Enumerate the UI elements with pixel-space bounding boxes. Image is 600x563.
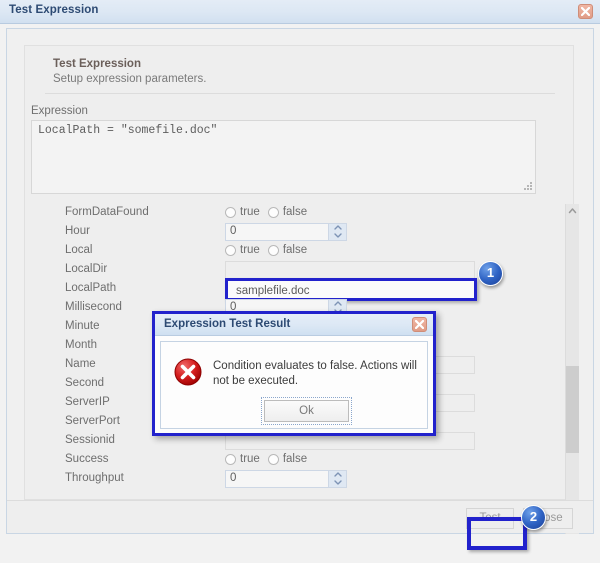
resize-grip-icon[interactable] — [524, 182, 533, 191]
parameter-row: Throughput 0 — [31, 470, 562, 489]
modal-message: Condition evaluates to false. Actions wi… — [213, 360, 417, 387]
radio-label-true: true — [240, 244, 260, 256]
radio-true[interactable] — [225, 206, 236, 218]
chevron-up-icon[interactable] — [566, 204, 579, 218]
parameter-scrollbar[interactable] — [565, 204, 579, 534]
spinner-up-icon[interactable] — [333, 224, 343, 231]
test-button[interactable]: Test — [466, 508, 514, 529]
parameter-label: Success — [65, 453, 109, 465]
modal-titlebar: Expression Test Result — [155, 314, 433, 336]
window-titlebar: Test Expression — [0, 0, 600, 24]
test-expression-window: Test Expression Test Expression Setup ex… — [0, 0, 600, 563]
radio-label-false: false — [282, 244, 308, 256]
parameter-label: ServerIP — [65, 396, 110, 408]
parameter-spinner[interactable]: 0 — [225, 470, 347, 488]
radio-label-true: true — [240, 453, 260, 465]
spinner-buttons[interactable] — [328, 471, 346, 487]
parameter-label: Throughput — [65, 472, 124, 484]
radio-false[interactable] — [267, 206, 279, 218]
parameter-row: FormDataFound true false — [31, 204, 562, 223]
spinner-down-icon[interactable] — [333, 232, 343, 239]
parameter-label: LocalDir — [65, 263, 108, 275]
parameter-spinner[interactable]: 0 — [225, 223, 347, 241]
parameter-label: Sessionid — [65, 434, 115, 446]
spinner-down-icon[interactable] — [333, 479, 343, 486]
dialog-button-bar: Test Close — [7, 500, 593, 533]
expression-test-result-dialog: Expression Test Result Condition evaluat… — [152, 311, 436, 436]
ok-button[interactable]: Ok — [264, 400, 349, 422]
modal-body: Condition evaluates to false. Actions wi… — [160, 341, 428, 429]
radio-true[interactable] — [225, 453, 236, 465]
parameter-label: Name — [65, 358, 96, 370]
parameter-label: ServerPort — [65, 415, 120, 427]
parameter-row: Local true false — [31, 242, 562, 261]
radio-label-false: false — [282, 453, 308, 465]
parameter-text-input[interactable] — [225, 261, 475, 279]
close-icon[interactable] — [412, 317, 427, 332]
scrollbar-thumb[interactable] — [566, 366, 579, 453]
parameter-row: Hour 0 — [31, 223, 562, 242]
localpath-value: samplefile.doc — [236, 285, 310, 297]
spinner-value: 0 — [230, 472, 237, 484]
section-title: Test Expression — [53, 58, 141, 70]
expression-input[interactable]: LocalPath = "somefile.doc" — [31, 120, 536, 194]
close-glyph — [581, 7, 590, 16]
window-title: Test Expression — [9, 4, 99, 16]
radio-false[interactable] — [267, 453, 279, 465]
error-icon — [174, 358, 202, 386]
spinner-up-icon[interactable] — [333, 300, 343, 307]
parameter-radio-group: true false — [225, 206, 315, 218]
radio-label-true: true — [240, 206, 260, 218]
close-glyph — [415, 320, 424, 329]
parameter-label: Second — [65, 377, 105, 389]
parameter-label: Hour — [65, 225, 90, 237]
step-badge-2: 2 — [521, 505, 546, 530]
section-subtitle: Setup expression parameters. — [53, 73, 207, 85]
parameter-label: LocalPath — [65, 282, 117, 294]
parameter-label: Month — [65, 339, 97, 351]
parameter-label: Local — [65, 244, 93, 256]
window-body: Test Expression Setup expression paramet… — [6, 28, 594, 534]
parameter-label: Minute — [65, 320, 100, 332]
radio-label-false: false — [282, 206, 308, 218]
expression-label: Expression — [31, 105, 88, 117]
chevron-up-glyph — [568, 208, 577, 214]
spinner-up-icon[interactable] — [333, 471, 343, 478]
spinner-value: 0 — [230, 225, 237, 237]
step-badge-1: 1 — [478, 261, 503, 286]
spinner-buttons[interactable] — [328, 224, 346, 240]
parameter-radio-group: true false — [225, 453, 315, 465]
radio-true[interactable] — [225, 244, 236, 256]
radio-false[interactable] — [267, 244, 279, 256]
close-icon[interactable] — [578, 4, 593, 19]
parameter-row: Success true false — [31, 451, 562, 470]
header-divider — [45, 93, 555, 94]
localpath-input[interactable]: samplefile.doc — [225, 278, 477, 301]
expression-value: LocalPath = "somefile.doc" — [38, 124, 218, 137]
parameter-label: FormDataFound — [65, 206, 149, 218]
modal-title: Expression Test Result — [164, 318, 291, 330]
parameter-radio-group: true false — [225, 244, 315, 256]
parameter-label: Millisecond — [65, 301, 122, 313]
